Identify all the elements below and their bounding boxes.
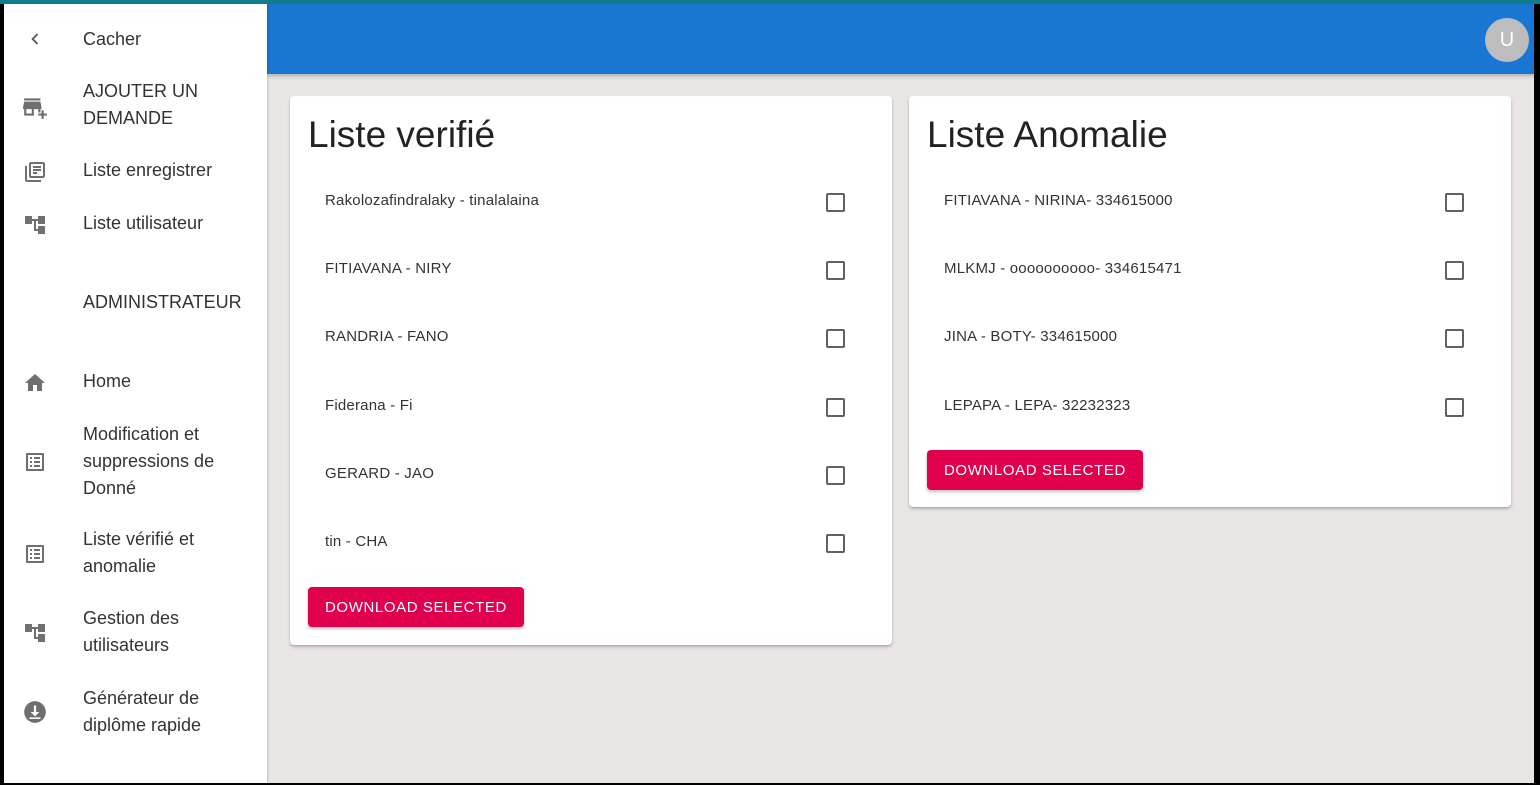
list-alt-icon [22,541,48,567]
list-item-label: FITIAVANA - NIRY [325,260,452,277]
sidebar-item-modification[interactable]: Modification et suppressions de Donné [4,421,267,503]
list-item-label: LEPAPA - LEPA- 32232323 [944,397,1131,414]
sidebar-drawer: Cacher AJOUTER UN DEMANDE Liste enregist… [4,4,267,783]
sidebar-item-label: AJOUTER UN DEMANDE [83,81,199,128]
sidebar-item-home[interactable]: Home [4,368,267,398]
list-alt-icon [22,449,48,475]
sidebar-item-label: Liste enregistrer [83,160,213,180]
list-item: JINA - BOTY- 334615000 [909,318,1511,358]
list-item-checkbox[interactable] [1445,193,1464,212]
list-item-checkbox[interactable] [1445,398,1464,417]
list-item-checkbox[interactable] [826,534,845,553]
list-item-label: MLKMJ - oooooooooo- 334615471 [944,260,1182,277]
list-item: FITIAVANA - NIRINA- 334615000 [909,182,1511,222]
sidebar-item-cacher[interactable]: Cacher [4,24,267,54]
sidebar-item-label: Gestion des utilisateurs [83,608,180,655]
sidebar-item-liste-utilisateur[interactable]: Liste utilisateur [4,210,267,240]
sidebar-item-label: Liste vérifié et anomalie [83,529,195,576]
list-item-checkbox[interactable] [826,329,845,348]
add-business-icon [22,94,48,120]
sidebar-item-liste-verifie[interactable]: Liste vérifié et anomalie [4,526,267,582]
sidebar-item-ajouter-demande[interactable]: AJOUTER UN DEMANDE [4,78,267,134]
sidebar-item-label: Home [83,371,132,391]
list-item: Fiderana - Fi [290,387,892,427]
verified-list-card: Liste verifié Rakolozafindralaky - tinal… [290,96,892,645]
anomalie-list-card: Liste Anomalie FITIAVANA - NIRINA- 33461… [909,96,1511,507]
home-icon [22,370,48,396]
sidebar-item-label: Modification et suppressions de Donné [83,424,215,498]
list-item: FITIAVANA - NIRY [290,250,892,290]
account-tree-icon [22,620,48,646]
list-item: Rakolozafindralaky - tinalalaina [290,182,892,222]
list-item-checkbox[interactable] [826,261,845,280]
list-item: GERARD - JAO [290,455,892,495]
list-item: RANDRIA - FANO [290,318,892,358]
list-item: LEPAPA - LEPA- 32232323 [909,387,1511,427]
list-item: tin - CHA [290,523,892,563]
download-selected-button[interactable]: DOWNLOAD SELECTED [308,587,524,627]
section-heading: ADMINISTRATEUR [83,292,242,312]
list-item-label: FITIAVANA - NIRINA- 334615000 [944,192,1173,209]
list-item-label: JINA - BOTY- 334615000 [944,328,1118,345]
list-item-label: tin - CHA [325,533,388,550]
list-item-checkbox[interactable] [826,398,845,417]
sidebar-item-liste-enregistrer[interactable]: Liste enregistrer [4,157,267,187]
sidebar-section-administrateur: ADMINISTRATEUR [4,289,267,319]
list-item-label: Fiderana - Fi [325,397,413,414]
list-item-checkbox[interactable] [1445,261,1464,280]
download-circle-icon [22,699,48,725]
account-tree-icon [22,212,48,238]
card-title: Liste Anomalie [927,114,1168,155]
app-window: Cacher AJOUTER UN DEMANDE Liste enregist… [4,4,1534,783]
download-selected-button[interactable]: DOWNLOAD SELECTED [927,450,1143,490]
sidebar-item-label: Cacher [83,29,142,49]
list-item-label: GERARD - JAO [325,465,435,482]
library-books-icon [22,159,48,185]
user-avatar[interactable]: U [1485,18,1529,62]
sidebar-item-generateur-diplome[interactable]: Générateur de diplôme rapide [4,685,267,741]
list-item-checkbox[interactable] [826,193,845,212]
sidebar-item-gestion-utilisateurs[interactable]: Gestion des utilisateurs [4,605,267,661]
list-item-checkbox[interactable] [826,466,845,485]
sidebar-item-label: Générateur de diplôme rapide [83,688,202,735]
sidebar-item-label: Liste utilisateur [83,213,204,233]
list-item: MLKMJ - oooooooooo- 334615471 [909,250,1511,290]
card-title: Liste verifié [308,114,496,155]
app-bar: U [267,4,1534,74]
list-item-label: Rakolozafindralaky - tinalalaina [325,192,540,209]
chevron-left-icon [22,26,48,52]
list-item-label: RANDRIA - FANO [325,328,449,345]
list-item-checkbox[interactable] [1445,329,1464,348]
